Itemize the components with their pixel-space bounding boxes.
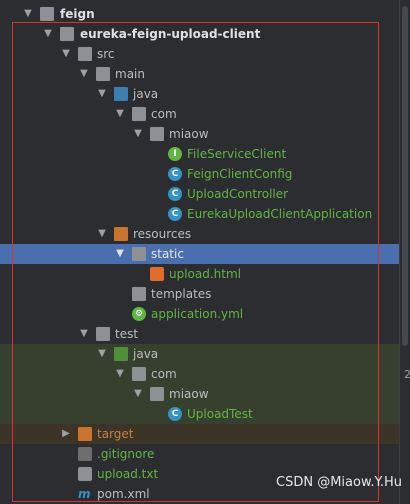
tree-label: FeignClientConfig	[187, 167, 293, 181]
tree-label: miaow	[169, 127, 209, 141]
chevron-down-icon[interactable]: ▼	[96, 348, 108, 360]
source-folder-icon	[114, 87, 128, 101]
project-tree: ▼ feign ▼ eureka-feign-upload-client ▼ s…	[0, 0, 400, 504]
tree-label: EurekaUploadClientApplication	[187, 207, 373, 221]
tree-row-java[interactable]: ▼ java	[0, 84, 400, 104]
tree-row-file[interactable]: C FeignClientConfig	[0, 164, 400, 184]
chevron-down-icon[interactable]: ▼	[114, 368, 126, 380]
tree-row-module[interactable]: ▼ eureka-feign-upload-client	[0, 24, 400, 44]
chevron-down-icon[interactable]: ▼	[114, 108, 126, 120]
spring-app-class-icon: C	[168, 207, 182, 221]
tree-row-static[interactable]: ▼ static	[0, 244, 400, 264]
watermark: CSDN @Miaow.Y.Hu	[276, 475, 402, 490]
tree-row-test-com[interactable]: ▼ com	[0, 364, 400, 384]
gutter-number: 2	[404, 368, 410, 381]
tree-label: java	[133, 87, 159, 101]
tree-row-com[interactable]: ▼ com	[0, 104, 400, 124]
tree-label: com	[151, 367, 177, 381]
tree-row-file[interactable]: C UploadTest	[0, 404, 400, 424]
tree-label: eureka-feign-upload-client	[80, 27, 261, 41]
gitignore-file-icon	[78, 447, 92, 461]
resources-folder-icon	[114, 227, 128, 241]
test-folder-icon	[114, 347, 128, 361]
tree-label: resources	[133, 227, 192, 241]
class-icon: C	[168, 187, 182, 201]
chevron-down-icon[interactable]: ▼	[114, 248, 126, 260]
tree-label: test	[115, 327, 139, 341]
tree-label: pom.xml	[97, 487, 150, 501]
folder-icon	[132, 247, 146, 261]
tree-row-test[interactable]: ▼ test	[0, 324, 400, 344]
tree-row-file[interactable]: ⚙ application.yml	[0, 304, 400, 324]
tree-row-resources[interactable]: ▼ resources	[0, 224, 400, 244]
tree-row-file[interactable]: C UploadController	[0, 184, 400, 204]
folder-icon	[96, 67, 110, 81]
tree-label: .gitignore	[97, 447, 155, 461]
tree-label: miaow	[169, 387, 209, 401]
vertical-scrollbar[interactable]	[400, 0, 410, 504]
tree-row-feign[interactable]: ▼ feign	[0, 4, 400, 24]
tree-label: main	[115, 67, 145, 81]
excluded-folder-icon	[78, 427, 92, 441]
tree-label: UploadController	[187, 187, 289, 201]
scrollbar-thumb[interactable]	[402, 6, 408, 346]
tree-row-file[interactable]: .gitignore	[0, 444, 400, 464]
tree-row-templates[interactable]: templates	[0, 284, 400, 304]
folder-icon	[40, 7, 54, 21]
chevron-right-icon[interactable]: ▶	[60, 428, 72, 440]
package-icon	[132, 107, 146, 121]
chevron-down-icon[interactable]: ▼	[22, 8, 34, 20]
tree-row-src[interactable]: ▼ src	[0, 44, 400, 64]
tree-label: upload.txt	[97, 467, 159, 481]
chevron-down-icon[interactable]: ▼	[78, 68, 90, 80]
maven-icon: m	[78, 487, 91, 501]
tree-label: java	[133, 347, 159, 361]
text-file-icon	[78, 467, 92, 481]
chevron-down-icon[interactable]: ▼	[96, 228, 108, 240]
package-icon	[150, 127, 164, 141]
chevron-down-icon[interactable]: ▼	[132, 128, 144, 140]
tree-label: src	[97, 47, 115, 61]
tree-row-test-java[interactable]: ▼ java	[0, 344, 400, 364]
html-file-icon	[150, 267, 164, 281]
tree-label: com	[151, 107, 177, 121]
class-icon: C	[168, 167, 182, 181]
chevron-down-icon[interactable]: ▼	[60, 48, 72, 60]
tree-row-main[interactable]: ▼ main	[0, 64, 400, 84]
tree-label: application.yml	[151, 307, 244, 321]
tree-row-file[interactable]: I FileServiceClient	[0, 144, 400, 164]
chevron-down-icon[interactable]: ▼	[42, 28, 54, 40]
tree-label: templates	[151, 287, 212, 301]
folder-icon	[78, 47, 92, 61]
folder-icon	[96, 327, 110, 341]
tree-row-file[interactable]: upload.html	[0, 264, 400, 284]
interface-icon: I	[168, 147, 182, 161]
chevron-down-icon[interactable]: ▼	[96, 88, 108, 100]
module-folder-icon	[60, 27, 74, 41]
spring-config-icon: ⚙	[132, 307, 146, 321]
package-icon	[132, 367, 146, 381]
tree-label: feign	[60, 7, 95, 21]
tree-label: upload.html	[169, 267, 242, 281]
tree-label: FileServiceClient	[187, 147, 287, 161]
tree-row-test-miaow[interactable]: ▼ miaow	[0, 384, 400, 404]
tree-row-target[interactable]: ▶ target	[0, 424, 400, 444]
folder-icon	[132, 287, 146, 301]
chevron-down-icon[interactable]: ▼	[132, 388, 144, 400]
chevron-down-icon[interactable]: ▼	[78, 328, 90, 340]
tree-row-miaow[interactable]: ▼ miaow	[0, 124, 400, 144]
tree-label: UploadTest	[187, 407, 253, 421]
tree-label: target	[97, 427, 134, 441]
tree-label: static	[151, 247, 184, 261]
tree-row-file[interactable]: C EurekaUploadClientApplication	[0, 204, 400, 224]
class-icon: C	[168, 407, 182, 421]
package-icon	[150, 387, 164, 401]
